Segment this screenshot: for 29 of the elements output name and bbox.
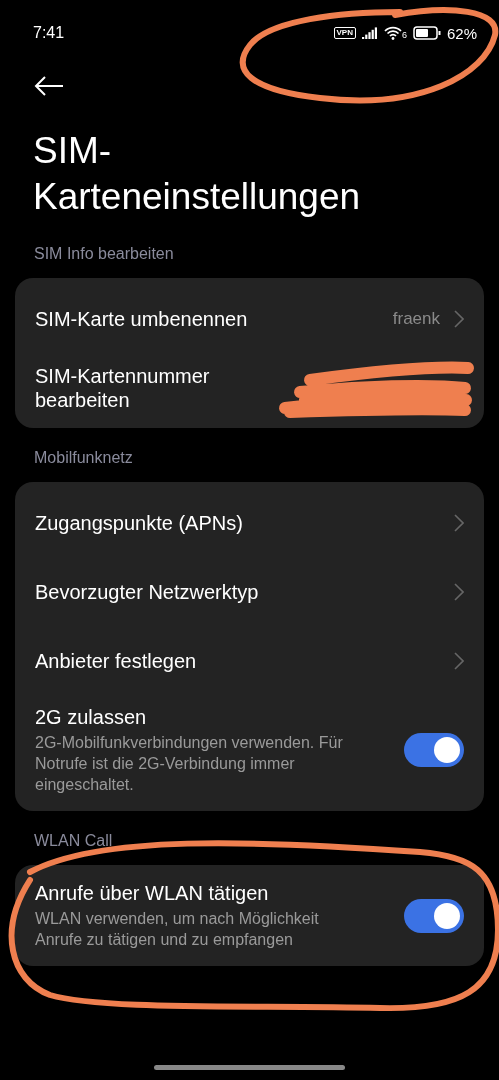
row-title: Bevorzugter Netzwerktyp xyxy=(35,580,259,603)
signal-icon xyxy=(361,27,378,39)
settings-row[interactable]: 2G zulassen 2G-Mobilfunkverbindungen verwenden. Für Notrufe ist die 2G-Verbindung immer eingeschaltet. xyxy=(15,695,484,805)
battery-icon xyxy=(412,26,441,40)
settings-row[interactable]: Anbieter festlegen xyxy=(15,626,484,695)
toggle-switch[interactable] xyxy=(404,898,464,933)
row-title: Zugangspunkte (APNs) xyxy=(35,511,243,534)
row-subtitle: WLAN verwenden, um nach Möglichkeit Anrufe zu tätigen und zu empfangen xyxy=(35,909,320,950)
battery-percent: 62% xyxy=(446,24,477,42)
settings-row[interactable]: Bevorzugter Netzwerktyp xyxy=(15,557,484,626)
section-header: Mobilfunknetz xyxy=(33,448,134,468)
settings-row[interactable]: SIM-Karte umbenennen fraenk xyxy=(15,284,484,353)
row-title: SIM-Kartennummer bearbeiten xyxy=(35,364,210,411)
settings-row[interactable]: Zugangspunkte (APNs) xyxy=(15,488,484,557)
page-title: SIM-Karteneinstellungen xyxy=(33,129,362,219)
row-title: 2G zulassen xyxy=(35,705,148,729)
status-time: 7:41 xyxy=(33,24,65,42)
row-title: SIM-Karte umbenennen xyxy=(35,307,248,330)
section-header: WLAN Call xyxy=(33,831,114,851)
row-subtitle: 2G-Mobilfunkverbindungen verwenden. Für Notrufe ist die 2G-Verbindung immer eingeschaltet. xyxy=(35,733,344,795)
settings-row[interactable]: Anrufe über WLAN tätigen WLAN verwenden, um nach Möglichkeit Anrufe zu tätigen und zu empfangen xyxy=(15,871,484,960)
toggle-switch[interactable] xyxy=(404,733,464,767)
settings-row[interactable]: SIM-Kartennummer bearbeiten xyxy=(15,353,484,422)
vpn-badge: VPN xyxy=(333,27,356,39)
row-value: fraenk xyxy=(392,308,440,329)
row-title: Anrufe über WLAN tätigen xyxy=(35,881,270,905)
section-header: SIM Info bearbeiten xyxy=(33,244,175,264)
row-title: Anbieter festlegen xyxy=(35,649,197,672)
back-arrow-icon[interactable] xyxy=(34,76,64,96)
